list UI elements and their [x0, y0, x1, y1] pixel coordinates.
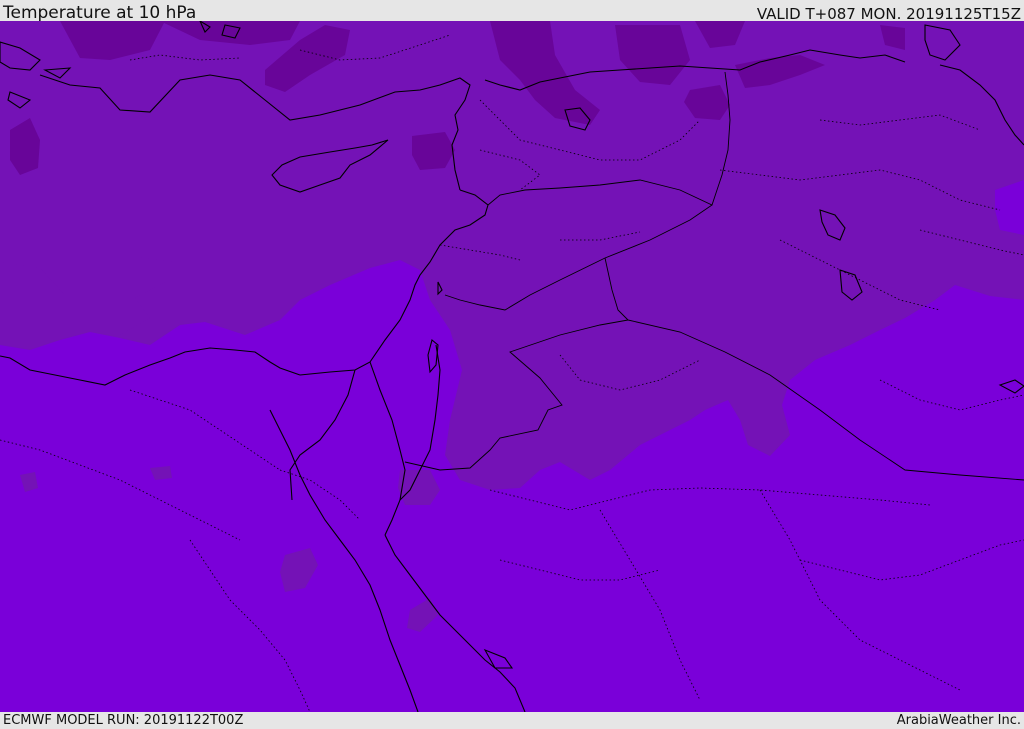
- header-bar: Temperature at 10 hPa VALID T+087 MON. 2…: [0, 0, 1024, 23]
- map-panel[interactable]: [0, 21, 1024, 712]
- footer-bar: ECMWF MODEL RUN: 20191122T00Z ArabiaWeat…: [0, 712, 1024, 729]
- temperature-map: [0, 21, 1024, 712]
- map-title: Temperature at 10 hPa: [3, 3, 197, 23]
- credit-text: ArabiaWeather Inc.: [896, 713, 1021, 728]
- model-run: ECMWF MODEL RUN: 20191122T00Z: [3, 713, 244, 728]
